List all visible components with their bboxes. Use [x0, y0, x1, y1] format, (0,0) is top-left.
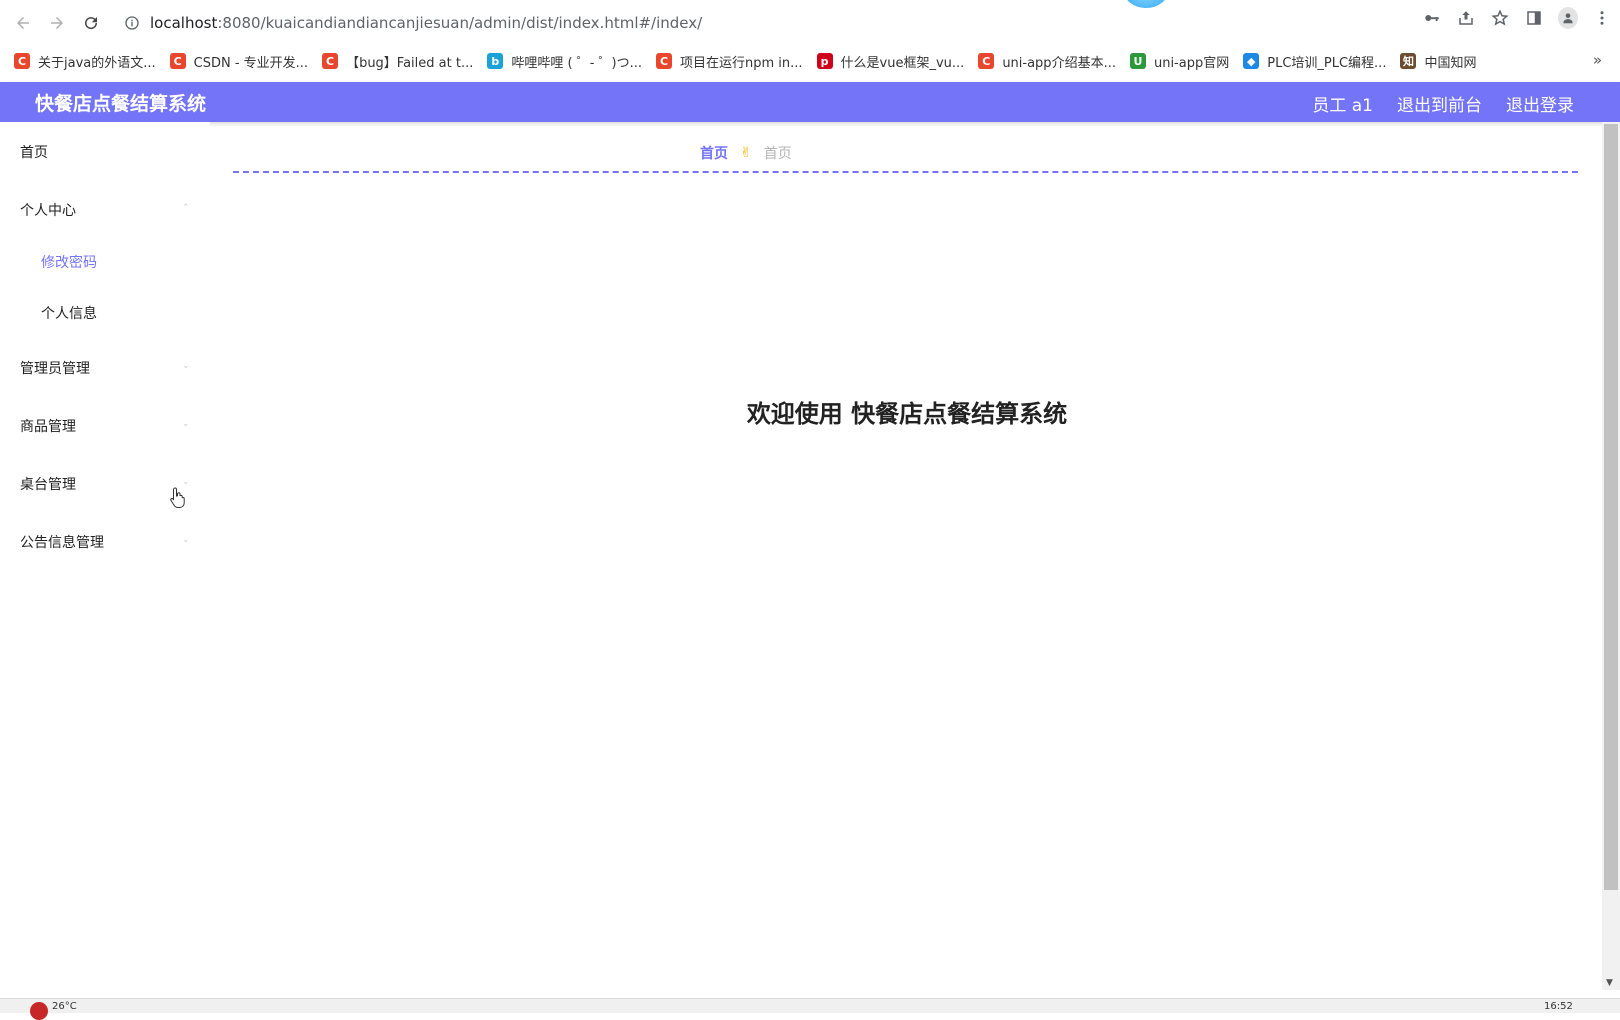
- chevron-up-icon: ⌃: [182, 203, 190, 213]
- bookmark-favicon-icon: C: [978, 53, 995, 69]
- chevron-down-icon: ⌄: [182, 535, 190, 545]
- address-bar[interactable]: localhost:8080/kuaicandiandiancanjiesuan…: [114, 7, 1394, 39]
- kebab-menu-icon[interactable]: [1592, 8, 1612, 28]
- sidebar-item-label: 公告信息管理: [20, 535, 104, 551]
- chevron-down-icon: ⌄: [182, 477, 190, 487]
- sidebar-menu: 首页 个人中心 ⌃ 修改密码 个人信息 管理员管理 ⌄ 商品管理 ⌄ 桌台管理 …: [0, 122, 210, 992]
- bookmark-item[interactable]: Uuni-app官网: [1129, 52, 1230, 71]
- info-icon[interactable]: [124, 15, 140, 31]
- bookmark-item[interactable]: b 哔哩哔哩 ( ゜- ゜)つ...: [487, 52, 642, 71]
- sidebar-item-personal-center[interactable]: 个人中心 ⌃: [20, 200, 190, 220]
- back-button[interactable]: [8, 8, 38, 38]
- app-title: 快餐店点餐结算系统: [35, 93, 207, 115]
- bookmark-item[interactable]: ◆ PLC培训_PLC编程...: [1243, 52, 1386, 71]
- avatar-icon: [1558, 7, 1578, 29]
- welcome-message: 欢迎使用 快餐店点餐结算系统: [0, 394, 1620, 429]
- url-path: :8080/kuaicandiandiancanjiesuan/admin/di…: [217, 14, 703, 32]
- reload-button[interactable]: [76, 8, 106, 38]
- bookmark-item[interactable]: C 关于java的外语文...: [14, 52, 156, 71]
- app-header: 快餐店点餐结算系统 员工 a1 退出到前台 退出登录: [0, 82, 1620, 122]
- bookmark-item[interactable]: p 什么是vue框架_vu...: [816, 52, 965, 71]
- profile-button[interactable]: [1558, 7, 1578, 29]
- breadcrumb-divider: [233, 171, 1578, 173]
- sidebar-item-label: 个人中心: [20, 203, 76, 219]
- os-taskbar: 26°C 16:52: [0, 998, 1620, 1020]
- chevron-down-icon: ⌄: [182, 361, 190, 371]
- bookmark-label: 【bug】Failed at t...: [346, 55, 474, 71]
- bookmark-label: 什么是vue框架_vu...: [840, 55, 965, 71]
- bookmark-favicon-icon: b: [487, 53, 504, 69]
- bookmark-label: 项目在运行npm in...: [680, 55, 803, 71]
- bookmark-label: uni-app官网: [1153, 55, 1230, 71]
- bookmark-label: 中国知网: [1424, 55, 1477, 71]
- bookmark-item[interactable]: C CSDN - 专业开发...: [169, 52, 309, 71]
- sidebar-item-home[interactable]: 首页: [20, 142, 190, 162]
- bookmark-label: PLC培训_PLC编程...: [1267, 55, 1387, 71]
- bookmark-favicon-icon: C: [656, 53, 672, 69]
- bookmark-favicon-icon: C: [169, 53, 186, 69]
- bookmark-label: 哔哩哔哩 ( ゜- ゜)つ...: [511, 55, 642, 71]
- bookmarks-more-icon[interactable]: »: [1593, 51, 1602, 69]
- current-user[interactable]: 员工 a1: [1312, 91, 1373, 116]
- bookmark-favicon-icon: ◆: [1243, 53, 1260, 69]
- bookmark-item[interactable]: C 项目在运行npm in...: [656, 52, 803, 71]
- bookmark-favicon-icon: U: [1129, 53, 1146, 69]
- share-icon[interactable]: [1456, 8, 1476, 28]
- forward-button[interactable]: [42, 8, 72, 38]
- bookmark-label: 关于java的外语文...: [38, 55, 156, 71]
- bookmark-item[interactable]: 知中国知网: [1400, 52, 1476, 71]
- arrow-right-icon: [51, 17, 63, 29]
- scrollbar-thumb[interactable]: [1604, 124, 1618, 890]
- url-host: localhost: [150, 14, 218, 32]
- logout-link[interactable]: 退出登录: [1506, 91, 1574, 116]
- bookmark-favicon-icon: C: [322, 53, 339, 69]
- bookmark-label: uni-app介绍基本...: [1002, 55, 1116, 71]
- reload-icon: [85, 17, 98, 30]
- weather-badge-icon: [30, 1002, 48, 1020]
- sidebar-toggle-icon[interactable]: [1524, 8, 1544, 28]
- browser-toolbar: localhost:8080/kuaicandiandiancanjiesuan…: [0, 0, 1620, 46]
- welcome-prefix: 欢迎使用: [746, 400, 843, 428]
- breadcrumb-home[interactable]: 首页: [700, 143, 728, 163]
- back-to-front-link[interactable]: 退出到前台: [1397, 91, 1482, 116]
- breadcrumb-current: 首页: [763, 146, 792, 162]
- bookmark-label: CSDN - 专业开发...: [193, 55, 309, 71]
- sidebar-item-personal-info[interactable]: 个人信息: [41, 303, 211, 323]
- welcome-system-name: 快餐店点餐结算系统: [851, 400, 1068, 428]
- bookmark-favicon-icon: 知: [1400, 53, 1417, 69]
- bookmark-item[interactable]: C 【bug】Failed at t...: [322, 52, 473, 71]
- key-icon[interactable]: [1422, 8, 1442, 28]
- bookmark-favicon-icon: C: [14, 53, 30, 69]
- star-icon[interactable]: [1490, 8, 1510, 28]
- sidebar-item-change-password[interactable]: 修改密码: [41, 252, 211, 272]
- bookmark-item[interactable]: Cuni-app介绍基本...: [978, 52, 1116, 71]
- bookmark-favicon-icon: p: [816, 53, 833, 69]
- sidebar-item-admin-manage[interactable]: 管理员管理 ⌄: [20, 358, 190, 378]
- hand-cursor-icon: [170, 487, 185, 508]
- weather-text: 26°C: [52, 1001, 77, 1012]
- sidebar-item-label: 管理员管理: [20, 361, 90, 377]
- arrow-left-icon: [17, 17, 29, 29]
- bookmarks-bar: C 关于java的外语文... C CSDN - 专业开发... C 【bug】Faile…: [0, 46, 1620, 76]
- scroll-down-icon[interactable]: ▼: [1606, 978, 1613, 988]
- victory-hand-icon: ✌: [740, 145, 752, 161]
- clock: 16:52: [1544, 1001, 1573, 1012]
- sidebar-item-notice-manage[interactable]: 公告信息管理 ⌄: [20, 532, 190, 552]
- sidebar-item-table-manage[interactable]: 桌台管理 ⌄: [20, 474, 190, 494]
- sidebar-item-label: 桌台管理: [20, 477, 76, 493]
- breadcrumb: 首页 ✌ 首页: [700, 143, 792, 163]
